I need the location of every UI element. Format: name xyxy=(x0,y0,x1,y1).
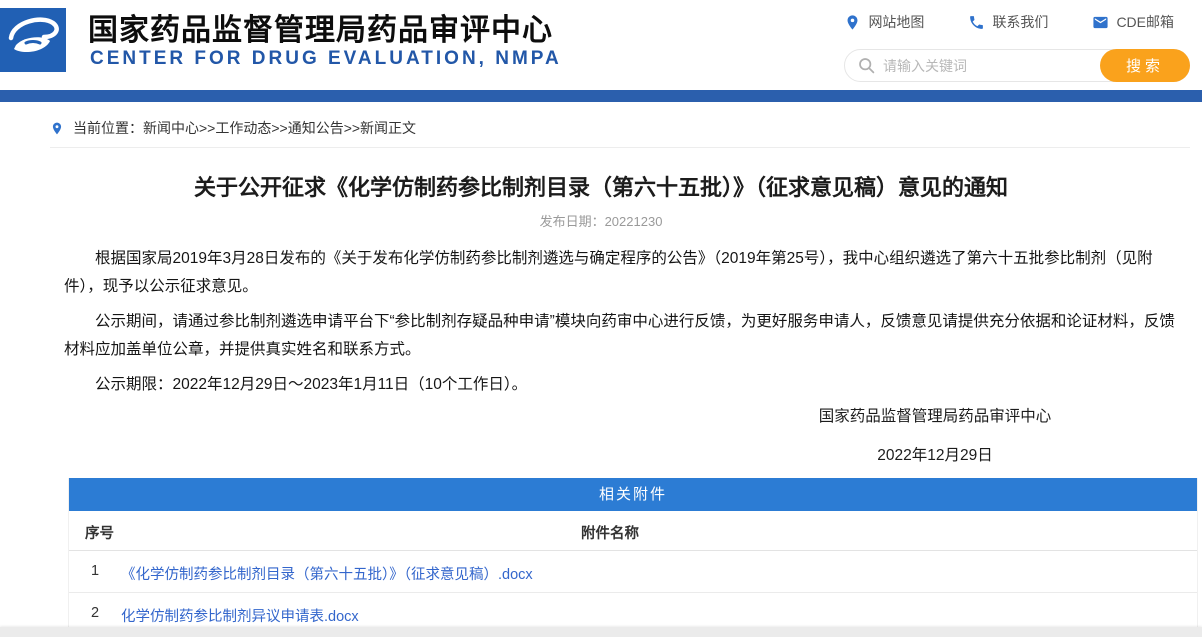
page-bottom-edge xyxy=(0,627,1202,637)
search-icon xyxy=(859,58,875,74)
search-bar: 搜索 xyxy=(844,49,1190,82)
org-title-en: CENTER FOR DRUG EVALUATION, NMPA xyxy=(90,48,562,69)
paragraph: 根据国家局2019年3月28日发布的《关于发布化学仿制药参比制剂遴选与确定程序的… xyxy=(64,250,1153,295)
nav-bar xyxy=(0,90,1202,102)
breadcrumb-text: 当前位置：新闻中心>>工作动态>>通知公告>>新闻正文 xyxy=(73,120,417,136)
paragraph: 公示期间，请通过参比制剂遴选申请平台下“参比制剂存疑品种申请”模块向药审中心进行… xyxy=(64,313,1175,358)
mail-icon xyxy=(1093,16,1109,28)
table-row: 1 《化学仿制药参比制剂目录（第六十五批）》（征求意见稿）.docx xyxy=(69,551,1197,593)
attachment-index: 1 xyxy=(91,563,100,579)
breadcrumb-pin-icon xyxy=(52,122,62,134)
location-pin-icon xyxy=(847,14,858,30)
attachments-column-header: 序号 附件名称 xyxy=(69,511,1197,551)
phone-icon xyxy=(970,15,984,29)
swallow-logo-icon xyxy=(0,8,66,72)
breadcrumb-divider xyxy=(50,147,1190,148)
cde-logo[interactable] xyxy=(0,8,66,72)
column-header-index: 序号 xyxy=(85,526,114,542)
article-body: 根据国家局2019年3月28日发布的《关于发布化学仿制药参比制剂遴选与确定程序的… xyxy=(64,245,1186,406)
attachment-link-2[interactable]: 化学仿制药参比制剂异议申请表.docx xyxy=(121,605,359,626)
attachments-section-title: 相关附件 xyxy=(69,478,1197,511)
attachments-table: 相关附件 序号 附件名称 1 《化学仿制药参比制剂目录（第六十五批）》（征求意见… xyxy=(68,478,1198,630)
signature-org: 国家药品监督管理局药品审评中心 xyxy=(818,408,1052,425)
table-row: 2 化学仿制药参比制剂异议申请表.docx xyxy=(69,593,1197,629)
paragraph: 公示期限：2022年12月29日～2023年1月11日（10个工作日）。 xyxy=(95,376,528,393)
signature-date: 2022年12月29日 xyxy=(877,447,993,464)
breadcrumb[interactable]: 当前位置：新闻中心>>工作动态>>通知公告>>新闻正文 xyxy=(50,118,416,138)
site-header: 国家药品监督管理局药品审评中心 CENTER FOR DRUG EVALUATI… xyxy=(0,0,1202,90)
article-title: 关于公开征求《化学仿制药参比制剂目录（第六十五批）》（征求意见稿）意见的通知 xyxy=(193,175,1008,200)
cde-mail-link[interactable]: CDE邮箱 xyxy=(1092,12,1174,32)
cde-mail-link-label: CDE邮箱 xyxy=(1116,14,1174,30)
page: 国家药品监督管理局药品审评中心 CENTER FOR DRUG EVALUATI… xyxy=(0,0,1202,637)
signature-block: 国家药品监督管理局药品审评中心 2022年12月29日 xyxy=(805,404,1065,465)
sitemap-link-label: 网站地图 xyxy=(868,14,925,30)
attachment-link-1[interactable]: 《化学仿制药参比制剂目录（第六十五批）》（征求意见稿）.docx xyxy=(121,563,533,584)
column-header-name: 附件名称 xyxy=(581,526,639,542)
contact-link-label: 联系我们 xyxy=(992,14,1049,30)
utility-links: 网站地图 联系我们 CDE邮箱 xyxy=(844,12,1174,32)
org-title-cn: 国家药品监督管理局药品审评中心 xyxy=(88,14,553,47)
sitemap-link[interactable]: 网站地图 xyxy=(844,12,924,32)
search-button[interactable]: 搜索 xyxy=(1100,49,1190,82)
contact-link[interactable]: 联系我们 xyxy=(968,12,1048,32)
publish-date: 发布日期：20221230 xyxy=(539,214,663,229)
attachment-index: 2 xyxy=(91,605,100,621)
